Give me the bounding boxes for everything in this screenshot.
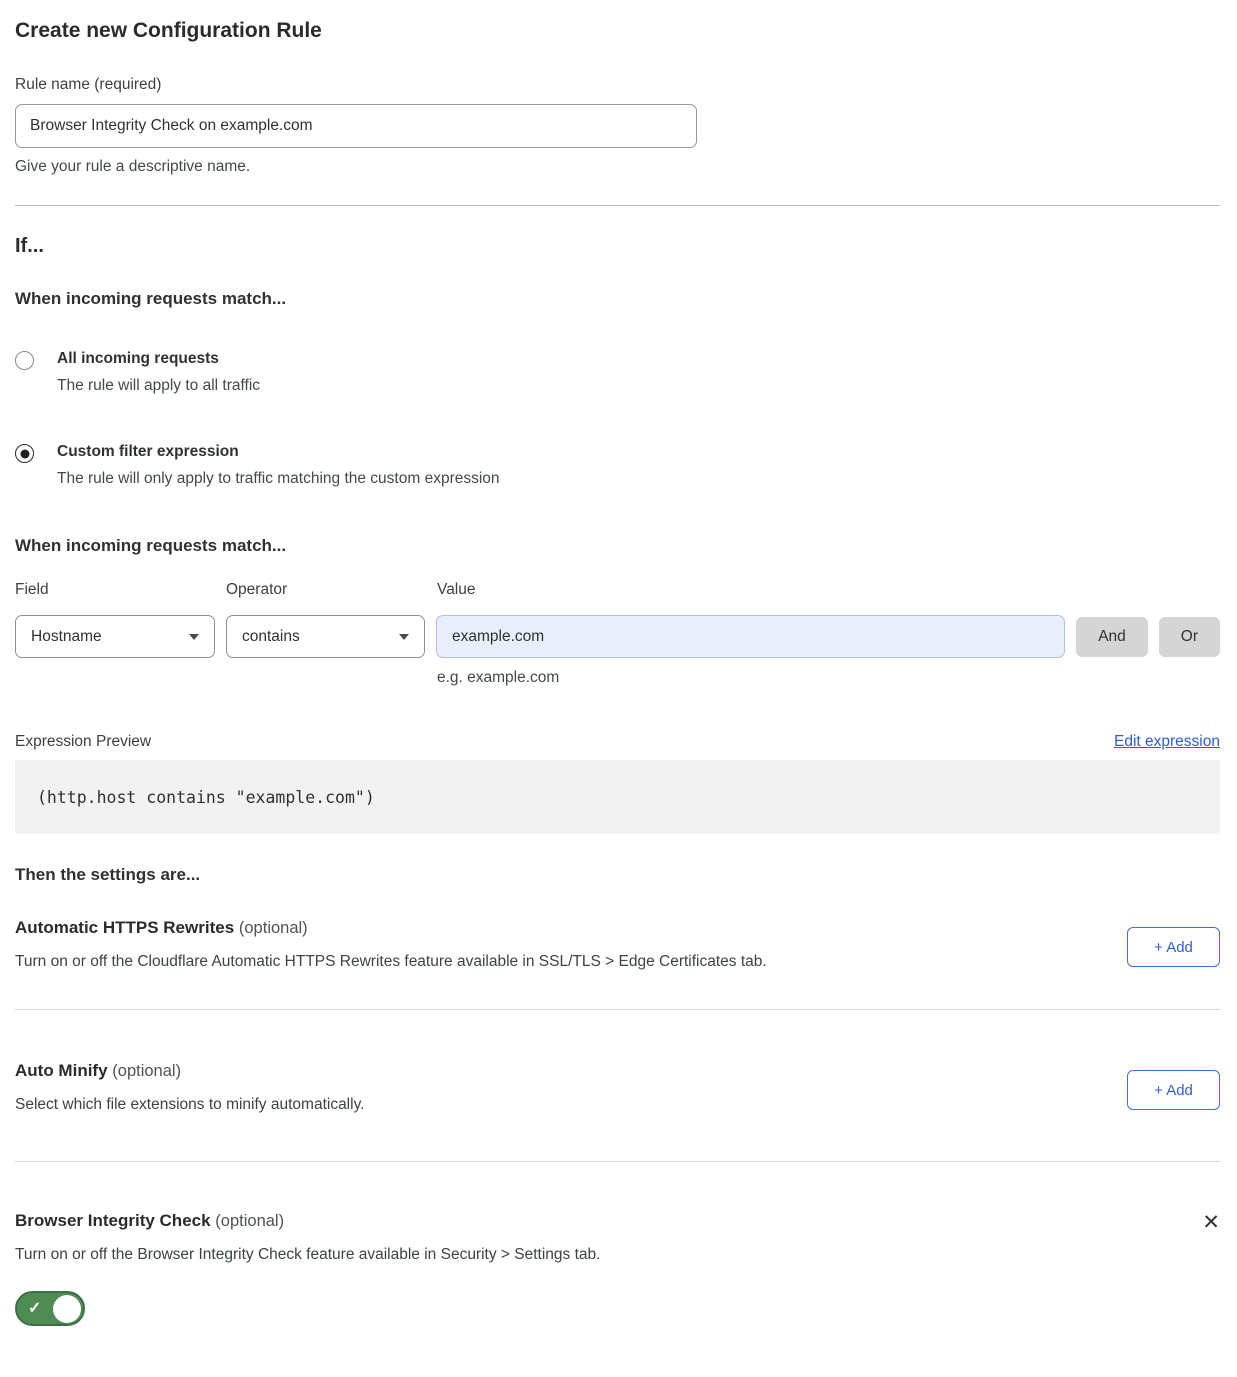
section-divider: [15, 205, 1220, 206]
chevron-down-icon: [399, 634, 409, 640]
add-auto-minify-button[interactable]: + Add: [1127, 1070, 1220, 1110]
page-title: Create new Configuration Rule: [15, 18, 1220, 44]
setting-title: Automatic HTTPS Rewrites: [15, 918, 234, 937]
setting-optional-tag: (optional): [215, 1212, 284, 1230]
setting-title: Browser Integrity Check: [15, 1211, 211, 1230]
setting-auto-minify: Auto Minify (optional) Select which file…: [15, 1060, 1220, 1115]
value-column-label: Value: [437, 581, 476, 599]
create-configuration-rule-page: Create new Configuration Rule Rule name …: [0, 0, 1237, 1351]
rule-name-label: Rule name (required): [15, 75, 1220, 94]
setting-optional-tag: (optional): [239, 919, 308, 937]
setting-description: Select which file extensions to minify a…: [15, 1095, 1107, 1115]
or-button[interactable]: Or: [1159, 617, 1220, 657]
builder-heading: When incoming requests match...: [15, 535, 1220, 556]
radio-unchecked-icon[interactable]: [15, 351, 34, 370]
operator-select-value: contains: [242, 628, 300, 646]
expression-preview-label: Expression Preview: [15, 733, 151, 751]
match-heading: When incoming requests match...: [15, 288, 1220, 309]
toggle-knob[interactable]: [53, 1295, 81, 1323]
setting-browser-integrity-check: Browser Integrity Check (optional) Turn …: [15, 1210, 1220, 1331]
check-icon: ✓: [28, 1298, 41, 1318]
radio-description: The rule will apply to all traffic: [57, 376, 260, 396]
radio-label: Custom filter expression: [57, 442, 500, 462]
value-help-text: e.g. example.com: [437, 668, 1220, 687]
add-automatic-https-rewrites-button[interactable]: + Add: [1127, 927, 1220, 967]
operator-select[interactable]: contains: [226, 615, 425, 658]
browser-integrity-check-toggle[interactable]: ✓: [15, 1291, 85, 1326]
expression-preview-box: (http.host contains "example.com"): [15, 760, 1220, 834]
then-heading: Then the settings are...: [15, 864, 1220, 885]
radio-checked-icon[interactable]: [15, 444, 34, 463]
setting-description: Turn on or off the Cloudflare Automatic …: [15, 952, 1107, 972]
radio-option-custom-filter-expression[interactable]: Custom filter expression The rule will o…: [15, 442, 1220, 489]
setting-optional-tag: (optional): [112, 1062, 181, 1080]
radio-description: The rule will only apply to traffic matc…: [57, 469, 500, 489]
and-button[interactable]: And: [1076, 617, 1148, 657]
setting-description: Turn on or off the Browser Integrity Che…: [15, 1245, 1182, 1265]
rule-name-help: Give your rule a descriptive name.: [15, 157, 1220, 176]
close-icon[interactable]: ✕: [1202, 1212, 1220, 1233]
radio-option-all-incoming-requests[interactable]: All incoming requests The rule will appl…: [15, 349, 1220, 396]
chevron-down-icon: [189, 634, 199, 640]
field-column-label: Field: [15, 581, 226, 599]
setting-automatic-https-rewrites: Automatic HTTPS Rewrites (optional) Turn…: [15, 917, 1220, 972]
rule-name-input[interactable]: [15, 104, 697, 148]
expression-code: (http.host contains "example.com"): [37, 788, 375, 807]
field-select[interactable]: Hostname: [15, 615, 215, 658]
field-select-value: Hostname: [31, 628, 102, 646]
value-input[interactable]: [436, 615, 1065, 658]
setting-title: Auto Minify: [15, 1061, 108, 1080]
radio-label: All incoming requests: [57, 349, 260, 369]
operator-column-label: Operator: [226, 581, 437, 599]
if-heading: If...: [15, 234, 1220, 258]
edit-expression-link[interactable]: Edit expression: [1114, 733, 1220, 751]
